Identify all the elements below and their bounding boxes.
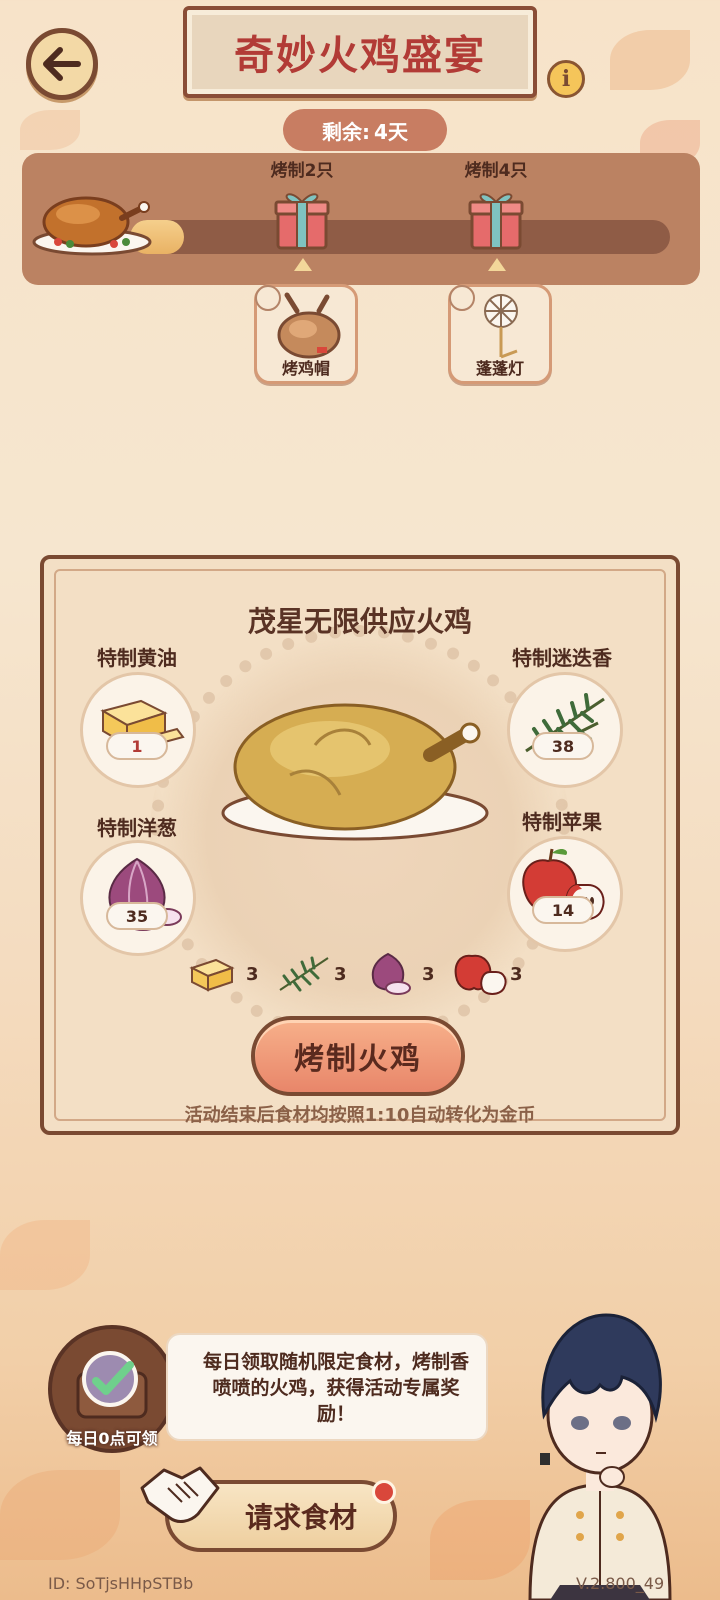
cost-apple-icon [452, 948, 512, 1000]
reward-card-lamp[interactable]: 蓬蓬灯 [448, 284, 552, 384]
ingredient-label-butter: 特制黄油 [97, 646, 177, 670]
cost-onion: 3 [422, 964, 435, 985]
title-board: 奇妙火鸡盛宴 [183, 6, 537, 98]
ingredient-count-rosemary: 38 [532, 732, 594, 760]
cost-butter: 3 [246, 964, 259, 985]
milestone-1-gift-icon[interactable] [274, 186, 330, 254]
milestone-2-label: 烤制4只 [464, 161, 528, 181]
cost-onion-icon [362, 950, 422, 1000]
pompom-lamp-icon [484, 294, 518, 359]
cost-rosemary-icon [276, 952, 336, 1000]
milestone-2-marker [488, 258, 506, 271]
reward-label-hat: 烤鸡帽 [281, 359, 330, 378]
notification-dot [372, 1480, 396, 1504]
ingredient-label-onion: 特制洋葱 [97, 816, 177, 840]
roast-turkey-button[interactable]: 烤制火鸡 [251, 1016, 465, 1096]
back-button[interactable] [26, 28, 98, 100]
turkey-icon [220, 685, 490, 849]
daily-claim-label: 每日0点可领 [66, 1429, 158, 1448]
page-title: 奇妙火鸡盛宴 [234, 33, 486, 79]
cost-butter-icon [186, 952, 242, 1000]
speech-bubble-text: 每日领取随机限定食材，烤制香喷喷的火鸡，获得活动专属奖励！ [202, 1351, 469, 1425]
arrow-left-icon [43, 47, 81, 81]
speech-bubble: 每日领取随机限定食材，烤制香喷喷的火鸡，获得活动专属奖励！ [166, 1333, 488, 1441]
board-title: 茂星无限供应火鸡 [247, 605, 472, 638]
conversion-note: 活动结束后食材均按照1:10自动转化为金币 [184, 1105, 536, 1126]
roast-turkey-icon [30, 180, 154, 260]
ingredient-slot-onion[interactable] [80, 840, 196, 956]
handshake-icon [138, 1458, 222, 1538]
ingredient-label-rosemary: 特制迷迭香 [512, 646, 612, 670]
request-ingredients-label: 请求食材 [244, 1501, 357, 1534]
ingredient-label-apple: 特制苹果 [522, 810, 602, 834]
info-button[interactable]: i [547, 60, 585, 98]
ingredient-slot-apple[interactable] [507, 836, 623, 952]
reward-card-hat[interactable]: 烤鸡帽 [254, 284, 358, 384]
turkey-hat-icon [277, 292, 341, 359]
reward-label-lamp: 蓬蓬灯 [475, 359, 524, 378]
remaining-days-badge: 剩余: 4天 [283, 109, 447, 151]
info-icon: i [561, 66, 571, 92]
character-avatar [500, 1285, 700, 1600]
ingredient-count-butter: 1 [106, 732, 168, 760]
roast-turkey-label: 烤制火鸡 [294, 1042, 422, 1077]
milestone-1-label: 烤制2只 [270, 161, 334, 181]
cost-apple: 3 [510, 964, 523, 985]
user-id: ID: SoTjsHHpSTBb [48, 1574, 194, 1593]
milestone-1-marker [294, 258, 312, 271]
ingredient-count-apple: 14 [532, 896, 594, 924]
cost-rosemary: 3 [334, 964, 347, 985]
version-label: V.2.800_49 [576, 1574, 665, 1593]
ingredient-count-onion: 35 [106, 902, 168, 930]
ingredient-slot-rosemary[interactable] [507, 672, 623, 788]
ingredient-slot-butter[interactable] [80, 672, 196, 788]
milestone-2-gift-icon[interactable] [468, 186, 524, 254]
progress-track [130, 220, 670, 254]
remaining-label: 剩余: [322, 119, 371, 144]
remaining-value: 4天 [374, 119, 408, 144]
